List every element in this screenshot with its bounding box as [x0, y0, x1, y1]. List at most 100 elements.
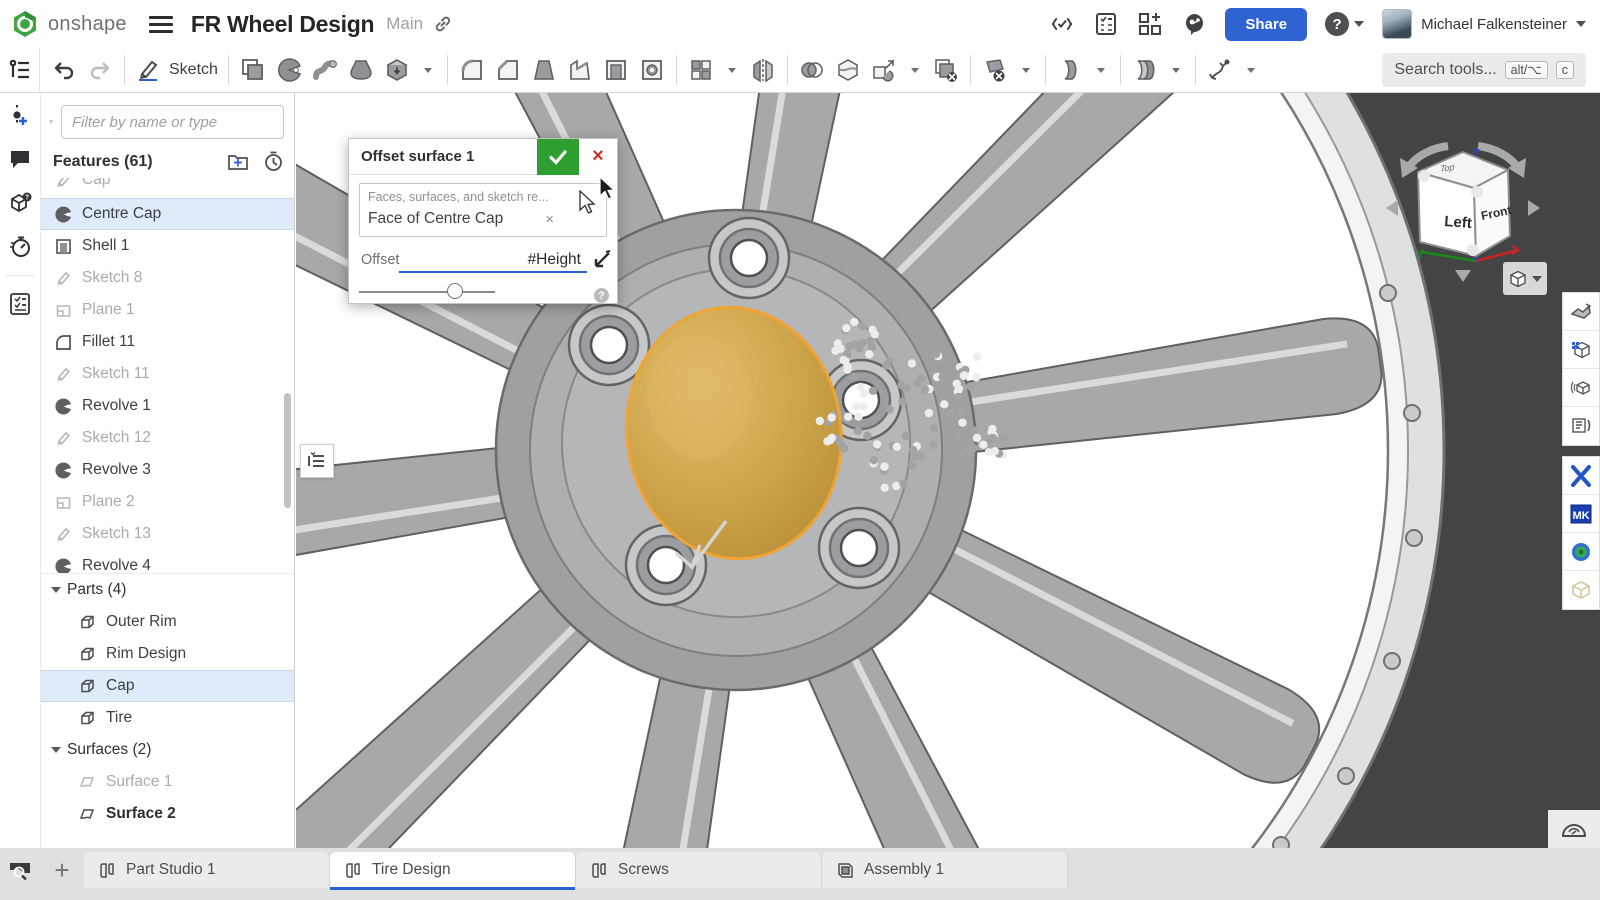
performance-icon[interactable]	[0, 225, 40, 269]
selection-box[interactable]: Faces, surfaces, and sketch re... Face o…	[359, 183, 607, 237]
view-options-button[interactable]	[1503, 262, 1547, 295]
help-menu[interactable]: ?	[1325, 12, 1364, 36]
curves-icon[interactable]	[1204, 53, 1236, 87]
surfaces-section-header[interactable]: Surfaces (2)	[41, 734, 294, 766]
dialog-help-icon[interactable]: ?	[594, 288, 609, 303]
boolean-icon[interactable]	[796, 53, 828, 87]
workspace-name[interactable]: Main	[386, 14, 423, 34]
chamfer-icon[interactable]	[492, 53, 524, 87]
surface-dropdown[interactable]	[1090, 53, 1112, 87]
design-data-icon[interactable]: ?	[0, 181, 40, 225]
shell-icon[interactable]	[600, 53, 632, 87]
delete-part-icon[interactable]	[930, 53, 962, 87]
redo-button[interactable]	[84, 53, 116, 87]
document-menu-icon[interactable]	[149, 12, 173, 37]
flip-direction-icon[interactable]	[589, 249, 613, 273]
mk-app-icon[interactable]: MK	[1563, 495, 1599, 533]
feature-list-toggle[interactable]	[0, 48, 40, 93]
feature-row-sketch-13[interactable]: Sketch 13	[41, 518, 294, 550]
feature-row-sketch-11[interactable]: Sketch 11	[41, 358, 294, 390]
feature-row-plane-2[interactable]: Plane 2	[41, 486, 294, 518]
features-scrollbar[interactable]	[284, 393, 291, 508]
fillet-icon[interactable]	[456, 53, 488, 87]
offset-slider[interactable]	[359, 283, 495, 301]
slider-handle[interactable]	[447, 283, 463, 299]
rib-icon[interactable]	[564, 53, 596, 87]
part-row-rim-design[interactable]: Rim Design	[41, 638, 294, 670]
feature-list-collapse-button[interactable]	[300, 444, 334, 478]
part-row-tire[interactable]: Tire	[41, 702, 294, 734]
search-tabs-icon[interactable]	[0, 852, 40, 888]
filter-icon[interactable]	[49, 111, 53, 133]
globe-app-icon[interactable]	[1563, 533, 1599, 571]
cancel-button[interactable]: ×	[579, 139, 617, 175]
sketch-button[interactable]: Sketch	[125, 57, 228, 83]
draft-icon[interactable]	[528, 53, 560, 87]
surface-row-2[interactable]: Surface 2	[41, 798, 294, 830]
create-folder-icon[interactable]	[227, 151, 249, 171]
curves-dropdown[interactable]	[1240, 53, 1262, 87]
boolean-dropdown[interactable]	[417, 53, 439, 87]
cut-list-icon[interactable]	[0, 282, 40, 326]
user-menu[interactable]: Michael Falkensteiner	[1382, 9, 1586, 39]
transform-dropdown[interactable]	[904, 53, 926, 87]
sweep-icon[interactable]	[309, 53, 341, 87]
thicken-icon[interactable]	[381, 53, 413, 87]
loft-icon[interactable]	[345, 53, 377, 87]
clear-selection-button[interactable]: ×	[545, 211, 598, 228]
feature-row-shell-1[interactable]: Shell 1	[41, 230, 294, 262]
feature-row-revolve-3[interactable]: Revolve 3	[41, 454, 294, 486]
section-view-icon[interactable]	[1563, 331, 1599, 369]
ghost-cube-app-icon[interactable]	[1563, 571, 1599, 609]
named-views-icon[interactable]	[1563, 407, 1599, 445]
learning-icon[interactable]	[1181, 11, 1207, 37]
exploded-view-icon[interactable]	[1563, 369, 1599, 407]
bom-icon[interactable]	[1093, 11, 1119, 37]
parts-section-header[interactable]: Parts (4)	[41, 574, 294, 606]
part-row-outer-rim[interactable]: Outer Rim	[41, 606, 294, 638]
x-app-icon[interactable]	[1563, 457, 1599, 495]
feature-row-fillet-11[interactable]: Fillet 11	[41, 326, 294, 358]
share-button[interactable]: Share	[1225, 8, 1307, 41]
onshape-logo[interactable]: onshape	[10, 9, 127, 39]
apps-icon[interactable]	[1137, 11, 1163, 37]
tab-screws[interactable]: Screws	[576, 852, 822, 888]
feature-row-revolve-4[interactable]: Revolve 4	[41, 550, 294, 574]
tab-assembly-1[interactable]: Assembly 1	[822, 852, 1068, 888]
tab-part-studio-1[interactable]: Part Studio 1	[84, 852, 330, 888]
feature-row-centre-cap[interactable]: Centre Cap	[41, 198, 294, 230]
tab-tire-design[interactable]: Tire Design	[330, 852, 576, 888]
confirm-button[interactable]	[537, 139, 579, 175]
feature-script-icon[interactable]	[1049, 11, 1075, 37]
filter-input[interactable]	[61, 105, 284, 139]
linear-pattern-icon[interactable]	[685, 53, 717, 87]
new-tab-button[interactable]: +	[40, 852, 84, 888]
versions-history-icon[interactable]	[0, 93, 40, 137]
delete-face-dropdown[interactable]	[1015, 53, 1037, 87]
split-icon[interactable]	[832, 53, 864, 87]
hole-icon[interactable]	[636, 53, 668, 87]
mirror-icon[interactable]	[747, 53, 779, 87]
offset-surface-icon[interactable]	[1054, 53, 1086, 87]
feature-row-plane-1[interactable]: Plane 1	[41, 294, 294, 326]
dialog-titlebar[interactable]: Offset surface 1 ×	[349, 139, 617, 175]
comments-icon[interactable]	[0, 137, 40, 181]
feature-row-revolve-1[interactable]: Revolve 1	[41, 390, 294, 422]
feature-row-sketch-8[interactable]: Sketch 8	[41, 262, 294, 294]
extrude-icon[interactable]	[237, 53, 269, 87]
revolve-icon[interactable]	[273, 53, 305, 87]
delete-face-icon[interactable]	[979, 53, 1011, 87]
undo-button[interactable]	[48, 53, 80, 87]
graphics-performance-icon[interactable]	[1548, 810, 1600, 848]
transform-icon[interactable]	[868, 53, 900, 87]
features-scroll-area[interactable]: Cap Centre Cap Shell 1 Sketch 8 Plane 1 …	[41, 178, 294, 574]
pattern-dropdown[interactable]	[721, 53, 743, 87]
feature-row[interactable]: Cap	[41, 178, 294, 196]
boundary-surface-icon[interactable]	[1129, 53, 1161, 87]
feature-row-sketch-12[interactable]: Sketch 12	[41, 422, 294, 454]
versions-link-icon[interactable]	[433, 14, 453, 34]
surface-row-1[interactable]: Surface 1	[41, 766, 294, 798]
search-tools-button[interactable]: Search tools... alt/⌥ c	[1382, 53, 1586, 87]
boundary-dropdown[interactable]	[1165, 53, 1187, 87]
render-studio-icon[interactable]	[1563, 293, 1599, 331]
